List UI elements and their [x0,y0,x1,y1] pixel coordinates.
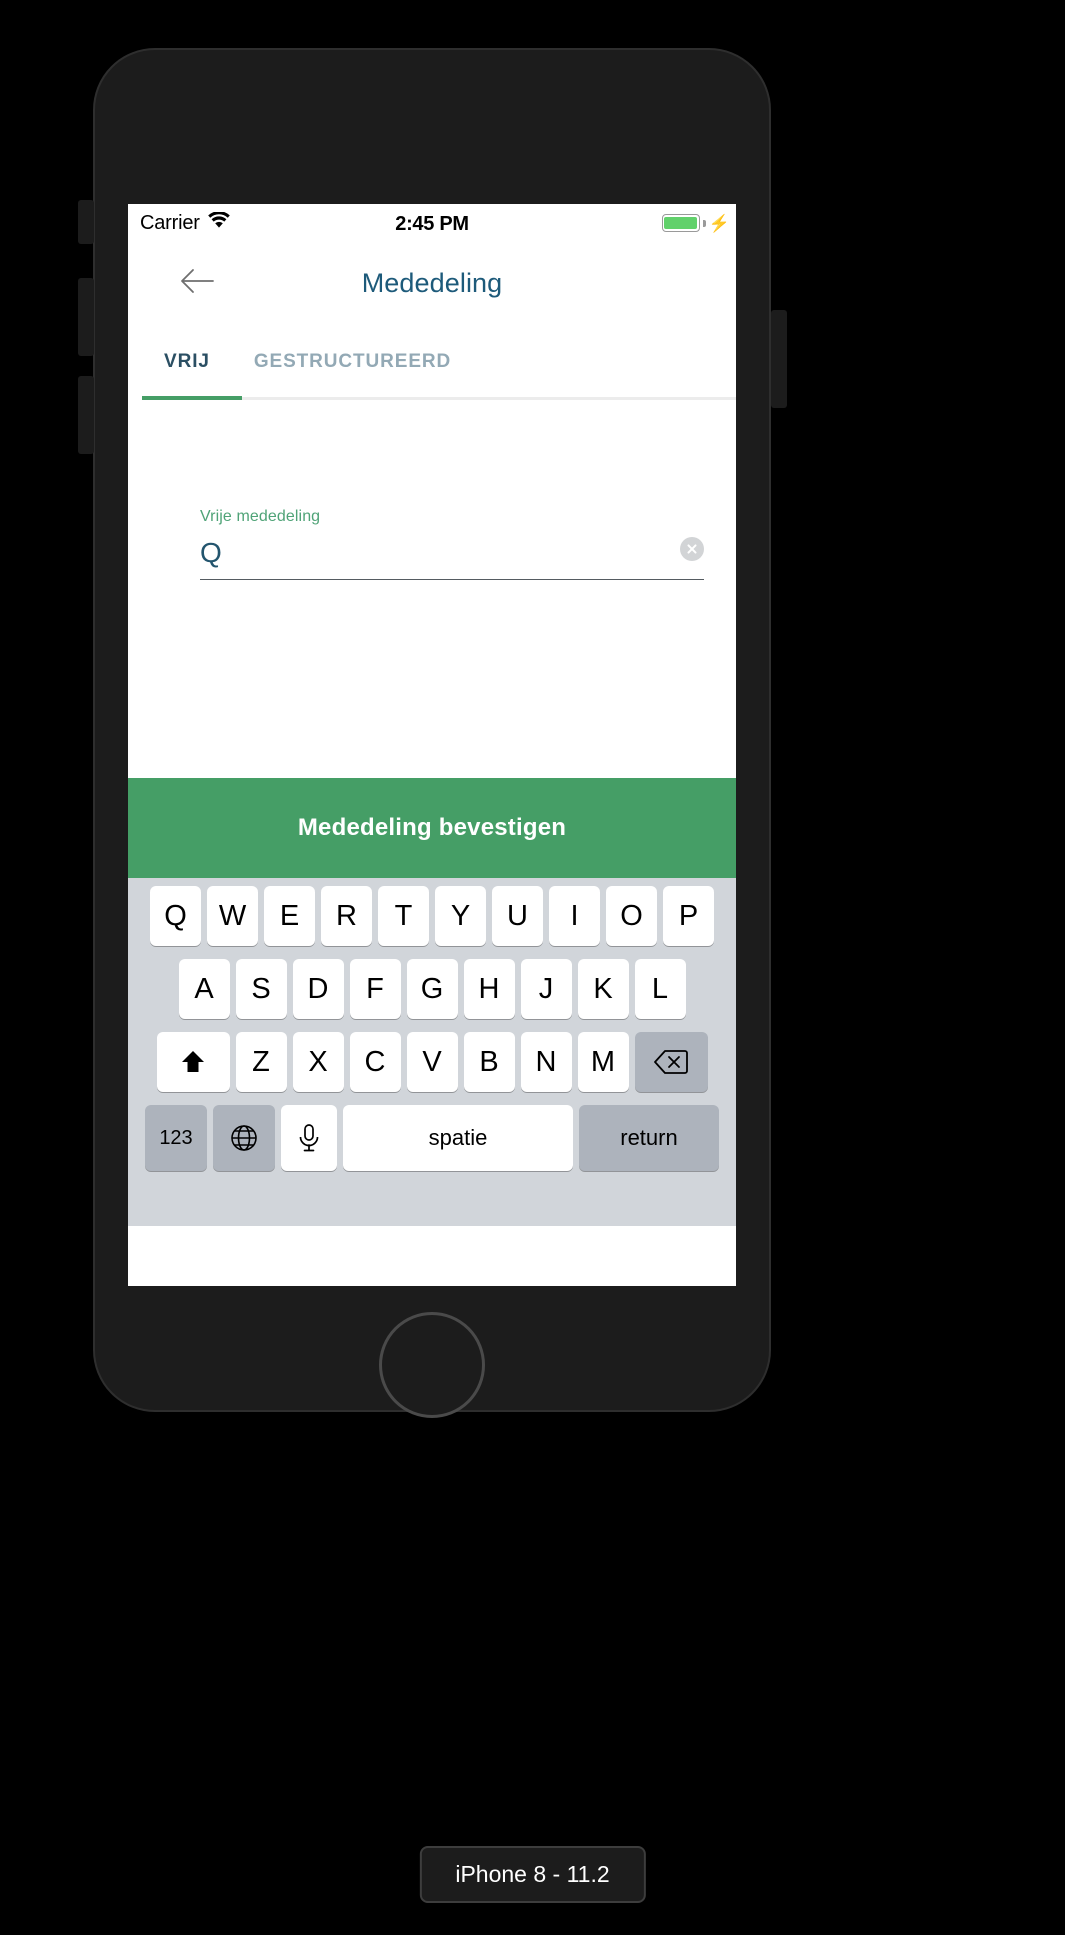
tab-vrij[interactable]: VRIJ [142,324,232,400]
home-button[interactable] [379,1312,485,1418]
key-y[interactable]: Y [435,886,486,946]
key-f[interactable]: F [349,959,401,1019]
key-h[interactable]: H [463,959,515,1019]
status-bar-right: ⚡ [661,213,730,233]
return-key[interactable]: return [579,1105,719,1171]
key-n[interactable]: N [520,1032,572,1092]
keyboard-row-3: Z X C V B N M [131,1032,733,1092]
tab-bar: VRIJ GESTRUCTUREERD [128,324,736,400]
key-e[interactable]: E [264,886,315,946]
device-caption: iPhone 8 - 11.2 [419,1846,646,1903]
key-g[interactable]: G [406,959,458,1019]
screenshot-stage: Carrier 2:45 PM ⚡ Mededeling VRIJ GESTRU… [0,0,1065,1935]
battery-icon [661,214,700,232]
navigation-bar: Mededeling [128,242,736,324]
vrije-mededeling-label: Vrije mededeling [200,508,321,525]
key-m[interactable]: M [577,1032,629,1092]
form-area: Vrije mededeling Q [128,400,736,778]
confirm-button[interactable]: Mededeling bevestigen [128,778,736,878]
key-s[interactable]: S [235,959,287,1019]
numbers-key[interactable]: 123 [145,1105,207,1171]
shift-arrow-up-icon[interactable] [156,1032,230,1092]
lightning-bolt-icon: ⚡ [708,213,730,233]
key-w[interactable]: W [207,886,258,946]
mute-switch-button[interactable] [78,200,94,244]
battery-nub-icon [702,219,706,227]
vrije-mededeling-input[interactable]: Q [200,537,222,567]
key-j[interactable]: J [520,959,572,1019]
key-x[interactable]: X [292,1032,344,1092]
key-p[interactable]: P [663,886,714,946]
clock-label: 2:45 PM [395,213,469,235]
key-a[interactable]: A [178,959,230,1019]
key-q[interactable]: Q [150,886,201,946]
key-d[interactable]: D [292,959,344,1019]
space-key[interactable]: spatie [343,1105,573,1171]
arrow-left-icon [177,266,217,301]
clear-circle-x-icon[interactable] [680,537,704,561]
keyboard-row-1: Q W E R T Y U I O P [131,886,733,946]
tab-gestructureerd[interactable]: GESTRUCTUREERD [232,324,473,400]
key-t[interactable]: T [378,886,429,946]
key-z[interactable]: Z [235,1032,287,1092]
key-v[interactable]: V [406,1032,458,1092]
key-u[interactable]: U [492,886,543,946]
vrije-mededeling-input-row[interactable]: Q [200,536,704,580]
back-button[interactable] [174,260,220,306]
key-o[interactable]: O [606,886,657,946]
key-l[interactable]: L [634,959,686,1019]
status-bar: Carrier 2:45 PM ⚡ [128,204,736,242]
volume-up-button[interactable] [78,278,94,356]
keyboard-row-4: 123 spatie return [131,1105,733,1171]
key-k[interactable]: K [577,959,629,1019]
key-r[interactable]: R [321,886,372,946]
key-b[interactable]: B [463,1032,515,1092]
volume-down-button[interactable] [78,376,94,454]
globe-language-icon[interactable] [213,1105,275,1171]
on-screen-keyboard: Q W E R T Y U I O P A S D F G H J K L Z … [128,878,736,1226]
device-screen: Carrier 2:45 PM ⚡ Mededeling VRIJ GESTRU… [128,204,736,1286]
keyboard-row-2: A S D F G H J K L [131,959,733,1019]
key-c[interactable]: C [349,1032,401,1092]
backspace-delete-icon[interactable] [634,1032,708,1092]
key-i[interactable]: I [549,886,600,946]
power-button[interactable] [771,310,787,408]
vrije-mededeling-field: Vrije mededeling Q [200,508,704,580]
microphone-icon[interactable] [281,1105,337,1171]
